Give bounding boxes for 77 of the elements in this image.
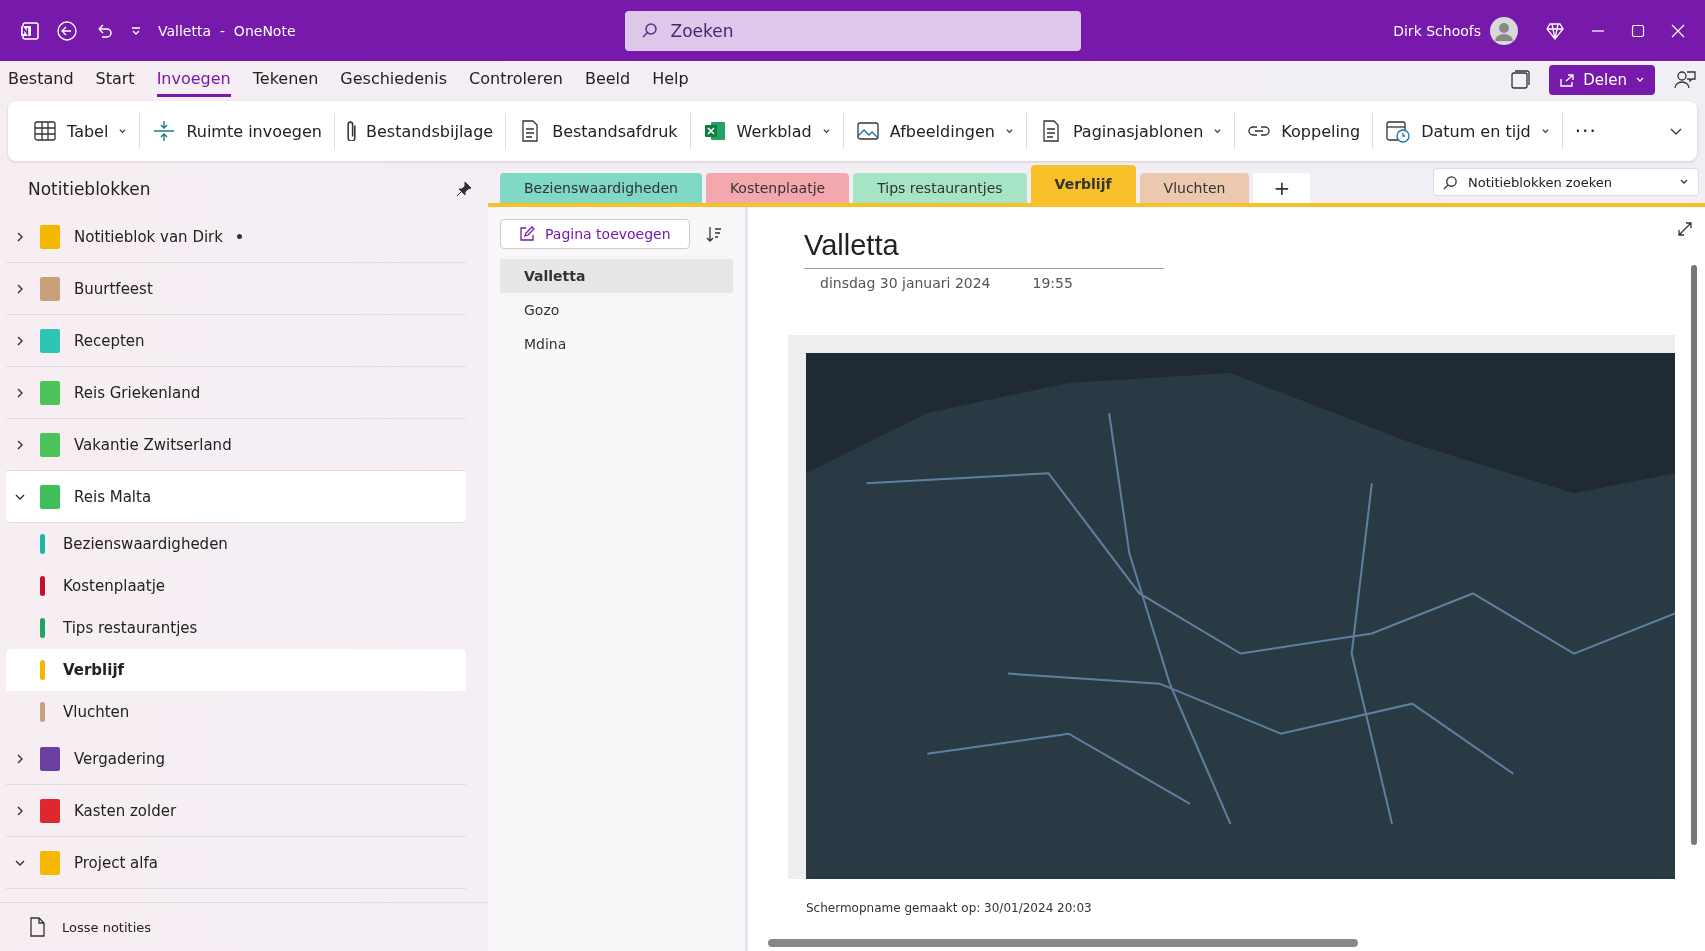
share-icon xyxy=(1559,72,1576,88)
menu-tab[interactable]: Help xyxy=(652,63,689,97)
window-title: Valletta - OneNote xyxy=(158,22,296,39)
menu-tab[interactable]: Bestand xyxy=(8,63,74,97)
ribbon-button[interactable]: Afbeeldingen xyxy=(850,113,1019,149)
image-caption: Schermopname gemaakt op: 30/01/2024 20:03 xyxy=(805,900,1093,915)
page-item[interactable]: Valletta xyxy=(500,259,733,293)
loose-notes-item[interactable]: Losse notities xyxy=(0,902,488,951)
expand-icon[interactable] xyxy=(1677,221,1693,237)
onenote-logo-icon xyxy=(20,20,40,41)
edit-icon xyxy=(519,226,535,242)
section-item[interactable]: Vluchten xyxy=(6,691,466,733)
image-icon xyxy=(855,119,880,143)
share-button[interactable]: Delen xyxy=(1549,65,1655,95)
section-item[interactable]: Kostenplaatje xyxy=(6,565,466,607)
paperclip-icon xyxy=(347,121,356,141)
notebook-item[interactable]: Reis Griekenland xyxy=(6,367,466,419)
notebook-item[interactable]: Project alfa xyxy=(6,837,466,889)
notebook-item[interactable]: Buurtfeest xyxy=(6,263,466,315)
caret-icon xyxy=(1540,126,1550,136)
caret-icon xyxy=(1213,126,1223,136)
sidebar-title: Notitieblokken xyxy=(28,179,151,199)
user-name[interactable]: Dirk Schoofs xyxy=(1393,22,1481,39)
page-title[interactable]: Valletta xyxy=(804,229,1164,269)
notebook-item[interactable]: Vergadering xyxy=(6,733,466,785)
caret-icon xyxy=(118,126,128,136)
caret-icon xyxy=(821,126,831,136)
section-tab[interactable]: Tips restaurantjes xyxy=(853,173,1027,203)
calendar-clock-icon xyxy=(1385,118,1412,144)
ribbon-button[interactable]: Werkblad xyxy=(697,113,836,149)
page-icon xyxy=(28,917,46,937)
close-icon[interactable] xyxy=(1671,23,1685,38)
section-item[interactable]: Bezienswaardigheden xyxy=(6,523,466,565)
pin-icon[interactable] xyxy=(456,181,472,197)
add-section-tab[interactable]: + xyxy=(1253,173,1311,203)
section-tab[interactable]: Kostenplaatje xyxy=(705,173,850,203)
spacing-icon xyxy=(152,119,177,143)
ribbon-button[interactable]: Datum en tijd xyxy=(1380,112,1555,150)
page-item[interactable]: Mdina xyxy=(500,327,733,361)
caret-icon xyxy=(1004,126,1014,136)
notebook-search-field[interactable]: Notitieblokken zoeken xyxy=(1433,168,1699,196)
maximize-icon[interactable] xyxy=(1631,23,1645,38)
ribbon-button[interactable]: Ruimte invoegen xyxy=(147,113,327,149)
menu-tab[interactable]: Start xyxy=(95,63,135,97)
menu-tab[interactable]: Beeld xyxy=(584,63,631,97)
table-icon xyxy=(33,119,57,143)
ribbon-button[interactable]: Tabel xyxy=(28,113,133,149)
section-item[interactable]: Verblijf xyxy=(6,649,466,691)
notebook-item[interactable]: Reis Malta xyxy=(6,471,466,523)
notebook-item[interactable]: Recepten xyxy=(6,315,466,367)
page-item[interactable]: Gozo xyxy=(500,293,733,327)
ribbon-button[interactable]: Koppeling xyxy=(1242,113,1366,149)
notebook-view-icon[interactable] xyxy=(1509,69,1532,91)
section-item[interactable]: Tips restaurantjes xyxy=(6,607,466,649)
back-icon[interactable] xyxy=(56,19,78,42)
menu-tab[interactable]: Controleren xyxy=(469,63,563,97)
avatar-icon[interactable] xyxy=(1489,15,1519,46)
diamond-icon[interactable] xyxy=(1545,20,1565,41)
notebook-item[interactable]: Kasten zolder xyxy=(6,785,466,837)
ribbon-button[interactable]: Bestandsbijlage xyxy=(342,115,499,147)
add-page-button[interactable]: Pagina toevoegen xyxy=(500,219,690,249)
ribbon-button[interactable]: Bestandsafdruk xyxy=(513,113,683,149)
more-button[interactable]: ··· xyxy=(1569,113,1602,149)
spreadsheet-icon xyxy=(702,119,727,143)
notebook-item[interactable]: Notitieblok van Dirk xyxy=(6,211,466,263)
search-field[interactable]: Zoeken xyxy=(624,10,1081,51)
menu-tab[interactable]: Invoegen xyxy=(156,63,231,97)
menu-tab[interactable]: Geschiedenis xyxy=(340,63,448,97)
customize-caret-icon[interactable] xyxy=(130,24,142,37)
sort-icon[interactable] xyxy=(705,225,723,243)
section-tab[interactable]: Verblijf xyxy=(1030,165,1136,203)
section-tab[interactable]: Bezienswaardigheden xyxy=(500,173,702,203)
page-date: dinsdag 30 januari 2024 xyxy=(820,275,991,291)
section-tab[interactable]: Vluchten xyxy=(1139,173,1250,203)
page-time: 19:55 xyxy=(1032,275,1073,291)
menu-tab[interactable]: Tekenen xyxy=(252,63,319,97)
ribbon-button[interactable]: Paginasjablonen xyxy=(1033,113,1228,149)
